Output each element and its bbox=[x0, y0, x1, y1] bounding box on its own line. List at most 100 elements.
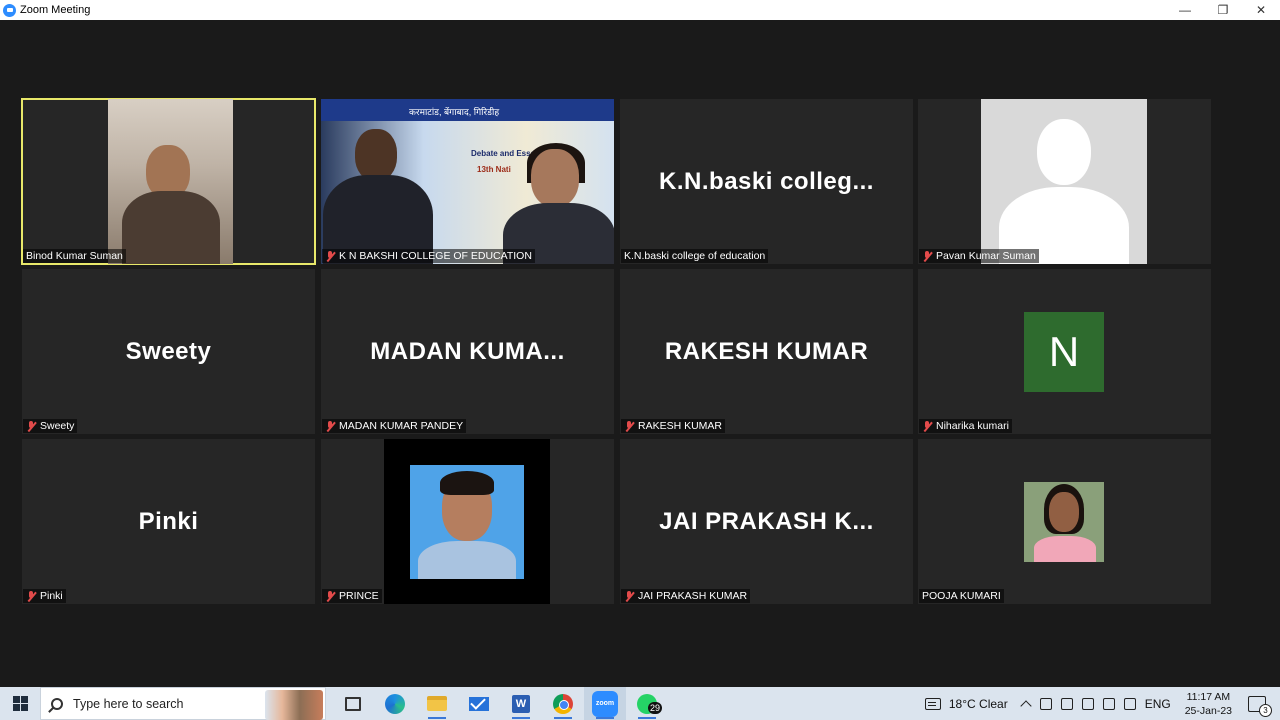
whatsapp-button[interactable]: 29 bbox=[626, 687, 668, 720]
participant-display-name: Sweety bbox=[125, 337, 212, 365]
participant-tile-madan[interactable]: MADAN KUMA... MADAN KUMAR PANDEY bbox=[321, 269, 614, 434]
system-tray: 18°C Clear ENG 11:17 AM 25-Jan-23 3 bbox=[924, 687, 1280, 720]
microphone-icon[interactable] bbox=[1060, 697, 1073, 710]
participant-name: K N BAKSHI COLLEGE OF EDUCATION bbox=[339, 250, 532, 262]
person-body bbox=[122, 191, 220, 264]
mic-muted-icon bbox=[325, 590, 335, 602]
window-titlebar[interactable]: Zoom Meeting — ❐ ✕ bbox=[0, 0, 1280, 20]
participant-name: Niharika kumari bbox=[936, 420, 1009, 432]
taskbar-search-box[interactable]: Type here to search bbox=[40, 687, 326, 720]
video-banner-text: करमाटांड, बेंगाबाद, गिरिडीह bbox=[409, 107, 500, 117]
participant-tile-niharika[interactable]: N Niharika kumari bbox=[918, 269, 1211, 434]
participant-name-label: Pinki bbox=[23, 589, 66, 603]
mail-icon bbox=[469, 696, 489, 711]
weather-icon bbox=[924, 697, 941, 710]
folder-icon bbox=[427, 696, 447, 711]
participant-name: Sweety bbox=[40, 420, 75, 432]
search-placeholder: Type here to search bbox=[73, 696, 184, 711]
zoom-button[interactable]: zoom bbox=[584, 687, 626, 720]
participant-tile-rakesh[interactable]: RAKESH KUMAR RAKESH KUMAR bbox=[620, 269, 913, 434]
participant-name-label: K N BAKSHI COLLEGE OF EDUCATION bbox=[322, 249, 535, 263]
participant-tile-sweety[interactable]: Sweety Sweety bbox=[22, 269, 315, 434]
person bbox=[321, 129, 433, 264]
word-icon: W bbox=[512, 694, 530, 713]
mic-muted-icon bbox=[26, 420, 36, 432]
windows-logo-icon bbox=[12, 696, 28, 711]
mic-muted-icon bbox=[26, 590, 36, 602]
participant-name: RAKESH KUMAR bbox=[638, 420, 723, 432]
participant-tile-kn-bakshi[interactable]: करमाटांड, बेंगाबाद, गिरिडीह Debate and E… bbox=[321, 99, 614, 264]
whatsapp-badge: 29 bbox=[648, 702, 663, 714]
participant-name: Binod Kumar Suman bbox=[26, 250, 123, 262]
mic-muted-icon bbox=[325, 420, 335, 432]
start-button[interactable] bbox=[0, 687, 40, 720]
task-view-icon bbox=[345, 696, 361, 711]
person bbox=[497, 143, 614, 264]
participant-display-name: MADAN KUMA... bbox=[370, 337, 565, 365]
clock-time: 11:17 AM bbox=[1186, 690, 1231, 703]
participant-photo bbox=[384, 439, 550, 604]
participant-video: करमाटांड, बेंगाबाद, गिरिडीह Debate and E… bbox=[321, 99, 614, 264]
participant-name-label: Pavan Kumar Suman bbox=[919, 249, 1039, 263]
participant-display-name: Pinki bbox=[138, 507, 199, 535]
mic-muted-icon bbox=[624, 590, 634, 602]
meeting-gallery: Binod Kumar Suman करमाटांड, बेंगाबाद, गि… bbox=[0, 20, 1280, 687]
participant-name-label: Binod Kumar Suman bbox=[23, 249, 126, 263]
window-controls: — ❐ ✕ bbox=[1166, 0, 1280, 20]
participant-name-label: Niharika kumari bbox=[919, 419, 1012, 433]
notification-icon[interactable]: 3 bbox=[1248, 695, 1272, 717]
language-indicator[interactable]: ENG bbox=[1145, 697, 1171, 711]
participant-tile-pinki[interactable]: Pinki Pinki bbox=[22, 439, 315, 604]
participant-name-label: PRINCE bbox=[322, 589, 382, 603]
participant-tile-pooja[interactable]: POOJA KUMARI bbox=[918, 439, 1211, 604]
clock-date: 25-Jan-23 bbox=[1184, 704, 1232, 717]
participant-name: K.N.baski college of education bbox=[624, 250, 766, 262]
chrome-button[interactable] bbox=[542, 687, 584, 720]
participant-tile-knbaski[interactable]: K.N.baski colleg... K.N.baski college of… bbox=[620, 99, 913, 264]
zoom-icon: zoom bbox=[592, 690, 618, 717]
participant-name-label: POOJA KUMARI bbox=[919, 589, 1004, 603]
participant-video bbox=[108, 99, 233, 264]
search-highlight-image bbox=[265, 690, 323, 720]
participant-tile-binod[interactable]: Binod Kumar Suman bbox=[21, 98, 316, 265]
zoom-app-icon bbox=[3, 3, 16, 17]
participant-name-label: RAKESH KUMAR bbox=[621, 419, 726, 433]
task-view-button[interactable] bbox=[332, 687, 374, 720]
participant-name: MADAN KUMAR PANDEY bbox=[339, 420, 464, 432]
volume-icon[interactable] bbox=[1123, 697, 1136, 710]
default-avatar-icon bbox=[981, 99, 1147, 264]
camera-icon[interactable] bbox=[1039, 697, 1052, 710]
participant-name: PRINCE bbox=[339, 590, 379, 602]
mic-muted-icon bbox=[922, 420, 932, 432]
participant-name-label: JAI PRAKASH KUMAR bbox=[621, 589, 751, 603]
participant-tile-prince[interactable]: PRINCE bbox=[321, 439, 614, 604]
edge-icon bbox=[385, 693, 405, 714]
wifi-icon[interactable] bbox=[1102, 697, 1115, 710]
battery-icon[interactable] bbox=[1081, 697, 1094, 710]
edge-button[interactable] bbox=[374, 687, 416, 720]
close-button[interactable]: ✕ bbox=[1242, 0, 1280, 20]
participant-photo bbox=[1024, 482, 1104, 562]
participant-display-name: JAI PRAKASH K... bbox=[659, 507, 874, 535]
participant-display-name: K.N.baski colleg... bbox=[659, 167, 874, 195]
participant-name: JAI PRAKASH KUMAR bbox=[638, 590, 748, 602]
file-explorer-button[interactable] bbox=[416, 687, 458, 720]
notification-count: 3 bbox=[1259, 703, 1272, 717]
chrome-icon bbox=[553, 693, 573, 714]
search-icon bbox=[51, 697, 63, 710]
restore-button[interactable]: ❐ bbox=[1204, 0, 1242, 20]
participant-tile-pavan[interactable]: Pavan Kumar Suman bbox=[918, 99, 1211, 264]
windows-taskbar: Type here to search W zoom 29 18°C Clear… bbox=[0, 687, 1280, 720]
weather-text[interactable]: 18°C Clear bbox=[949, 697, 1008, 711]
clock[interactable]: 11:17 AM 25-Jan-23 bbox=[1185, 690, 1232, 718]
word-button[interactable]: W bbox=[500, 687, 542, 720]
show-hidden-icons-icon[interactable] bbox=[1020, 699, 1032, 712]
taskbar-pinned-apps: W zoom 29 bbox=[332, 687, 668, 720]
minimize-button[interactable]: — bbox=[1166, 0, 1204, 20]
participant-name-label: MADAN KUMAR PANDEY bbox=[322, 419, 467, 433]
participant-tile-jai-prakash[interactable]: JAI PRAKASH K... JAI PRAKASH KUMAR bbox=[620, 439, 913, 604]
participant-name-label: Sweety bbox=[23, 419, 78, 433]
mic-muted-icon bbox=[922, 250, 932, 262]
participant-display-name: RAKESH KUMAR bbox=[664, 337, 869, 365]
mail-button[interactable] bbox=[458, 687, 500, 720]
